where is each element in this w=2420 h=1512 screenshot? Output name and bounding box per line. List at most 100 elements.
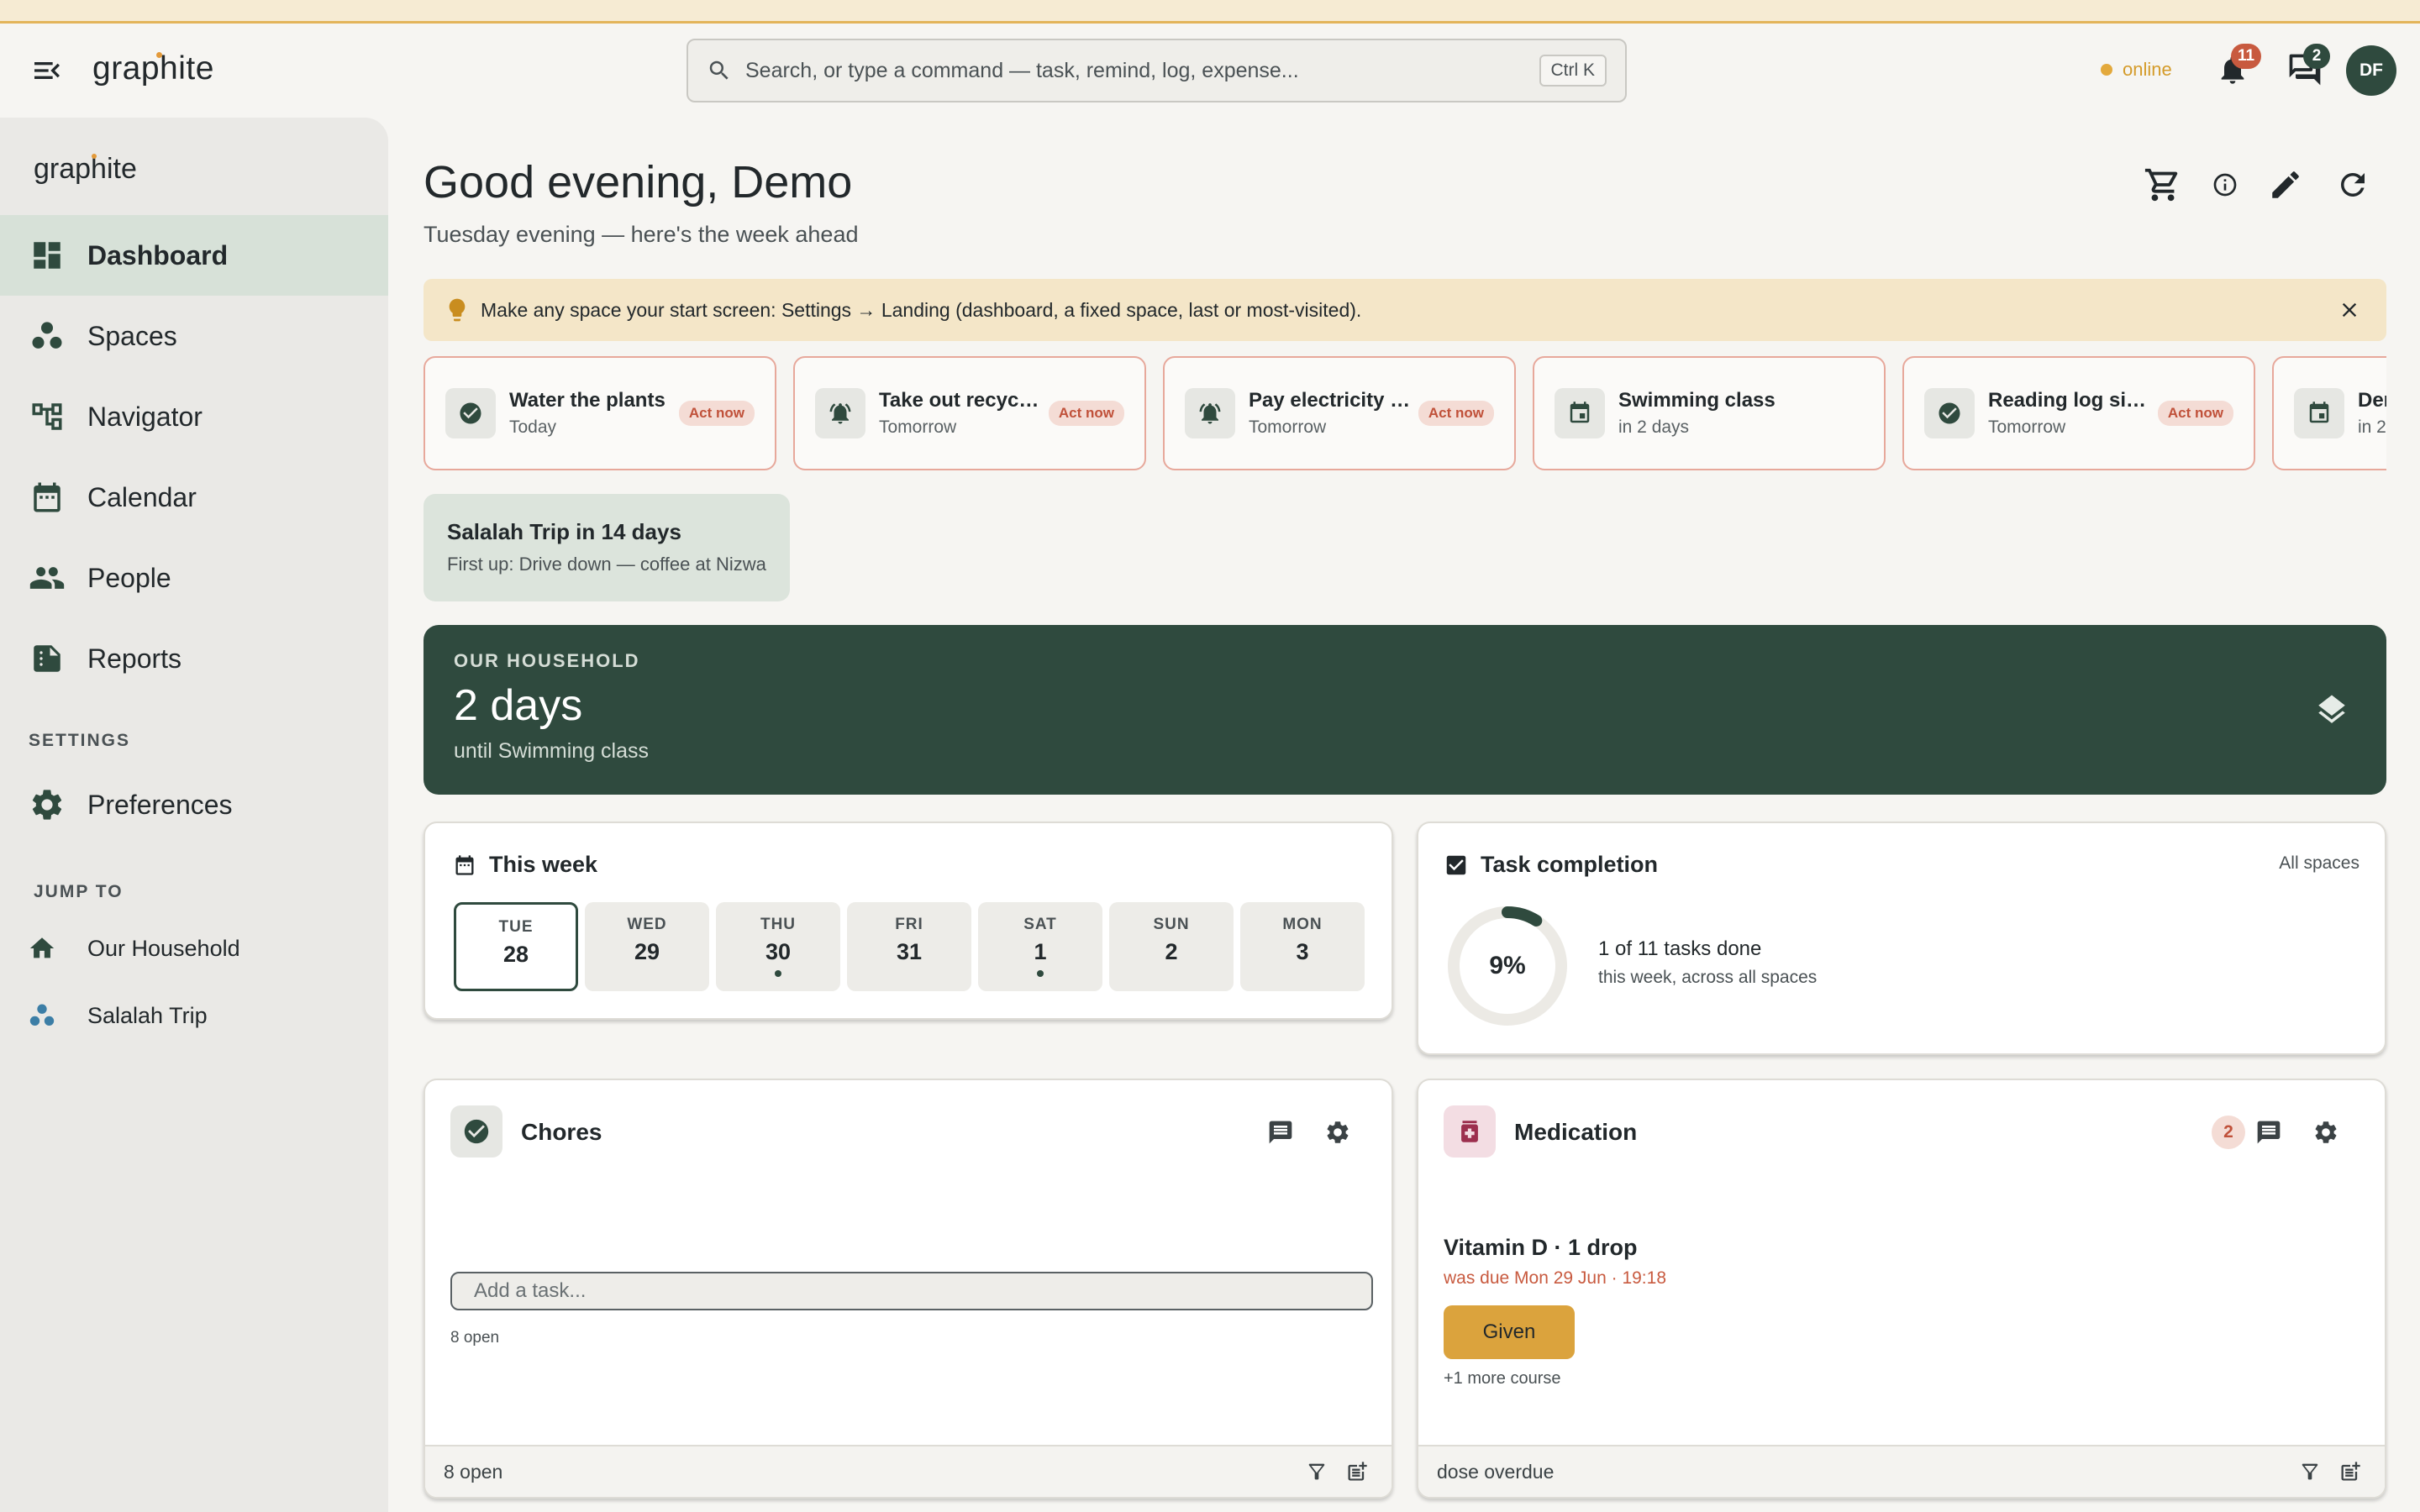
menu-collapse-button[interactable] [25, 49, 69, 92]
chores-footer: 8 open [425, 1445, 1392, 1497]
switch-space-button[interactable] [2311, 689, 2353, 731]
chores-settings-button[interactable] [1319, 1114, 1356, 1151]
medication-icon [1461, 1121, 1478, 1142]
close-icon [2342, 302, 2357, 318]
comment-icon [1269, 1121, 1292, 1144]
check-circle-icon [464, 1119, 489, 1144]
shopping-cart-button[interactable] [2138, 160, 2188, 210]
medication-widget-icon [1444, 1105, 1496, 1158]
day-number: 30 [765, 939, 792, 964]
medication-settings-button[interactable] [2307, 1114, 2344, 1151]
app-logo[interactable]: graphite [92, 50, 214, 87]
sidebar-item-label: People [87, 562, 171, 593]
hero-caption: until Swimming class [454, 739, 650, 763]
filter-icon [2302, 1463, 2318, 1480]
reminder-card[interactable]: Pay electricity bill Tomorrow Act now [1163, 356, 1516, 470]
task-completion-header: Task completion [1444, 852, 1658, 878]
checkbox-icon [1446, 855, 1466, 874]
user-avatar[interactable]: DF [2346, 45, 2396, 96]
day-number: 1 [1034, 939, 1047, 964]
tip-close-button[interactable] [2333, 293, 2366, 327]
status-text: online [2123, 59, 2172, 80]
settings-section-label: SETTINGS [29, 731, 131, 750]
sidebar-logo[interactable]: graphite [34, 153, 137, 186]
alarm-icon [1199, 403, 1221, 424]
check-circle-icon [460, 402, 481, 424]
sidebar-item-people[interactable]: People [0, 538, 388, 618]
more-courses-link[interactable]: +1 more course [1444, 1369, 1561, 1389]
jump-item-our-household[interactable]: Our Household [0, 919, 388, 978]
jump-item-label: Salalah Trip [87, 1002, 208, 1028]
sidebar-item-preferences[interactable]: Preferences [0, 764, 388, 845]
reminder-when: Tomorrow [879, 417, 957, 437]
trip-countdown-card[interactable]: Salalah Trip in 14 days First up: Drive … [424, 494, 790, 601]
day-of-week: FRI [895, 916, 923, 933]
sidebar-item-label: Spaces [87, 320, 177, 351]
chores-add-note-button[interactable] [1341, 1456, 1373, 1488]
task-completion-card: Task completion All spaces 9% 1 of 11 ta… [1417, 822, 2386, 1055]
mark-given-button[interactable]: Given [1444, 1305, 1575, 1359]
hero-countdown-value: 2 days [454, 681, 583, 730]
refresh-button[interactable] [2328, 160, 2378, 210]
day-cell[interactable]: WED 29 [585, 902, 709, 991]
chores-comments-button[interactable] [1262, 1114, 1299, 1151]
reminder-card[interactable]: Take out recycling Tomorrow Act now [793, 356, 1146, 470]
tip-text: Make any space your start screen: Settin… [481, 298, 1362, 321]
trip-subtitle: First up: Drive down — coffee at Nizwa [447, 554, 766, 575]
medication-comments-button[interactable] [2250, 1114, 2287, 1151]
sidebar-item-spaces[interactable]: Spaces [0, 296, 388, 376]
reminder-title: Swimming class [1618, 389, 1776, 412]
reminder-title: Dentist [2358, 389, 2386, 412]
medication-add-note-button[interactable] [2334, 1456, 2366, 1488]
day-cell[interactable]: THU 30 [716, 902, 840, 991]
jump-item-salalah-trip[interactable]: Salalah Trip [0, 986, 388, 1045]
edit-dashboard-button[interactable] [2260, 160, 2311, 210]
reminder-when: in 2 days [1618, 417, 1690, 437]
scope-selector[interactable]: All spaces [2279, 853, 2360, 874]
jump-item-label: Our Household [87, 935, 240, 961]
medication-filter-button[interactable] [2294, 1456, 2326, 1488]
status-dot [2101, 64, 2112, 76]
sidebar-item-label: Dashboard [87, 239, 229, 270]
check-circle-icon [1939, 402, 1960, 424]
day-cell[interactable]: FRI 31 [847, 902, 971, 991]
day-number: 31 [896, 939, 923, 964]
reminder-card[interactable]: Water the plants Today Act now [424, 356, 776, 470]
event-icon [1570, 402, 1590, 423]
day-cell[interactable]: MON 3 [1240, 902, 1365, 991]
tip-banner: Make any space your start screen: Settin… [424, 279, 2386, 341]
sidebar-item-navigator[interactable]: Navigator [0, 376, 388, 457]
act-now-badge: Act now [1048, 401, 1124, 426]
reminder-card[interactable]: Dentist in 2 days [2272, 356, 2386, 470]
search-input[interactable] [745, 58, 1539, 83]
chores-filter-button[interactable] [1301, 1456, 1333, 1488]
completion-percent: 9% [1489, 952, 1526, 979]
task-completion-title: Task completion [1481, 852, 1659, 877]
chores-footer-text: 8 open [444, 1460, 503, 1483]
sidebar-item-dashboard[interactable]: Dashboard [0, 215, 388, 296]
page-title: Good evening, Demo [424, 157, 853, 207]
reminder-when: Tomorrow [1249, 417, 1327, 437]
reminder-title: Pay electricity bill [1249, 389, 1412, 412]
day-cell[interactable]: SAT 1 [978, 902, 1102, 991]
sidebar-item-reports[interactable]: Reports [0, 618, 388, 699]
reminder-card[interactable]: Reading log signature Tomorrow Act now [1902, 356, 2255, 470]
medication-name: Vitamin D · 1 drop [1444, 1235, 1638, 1260]
medication-count-badge: 2 [2212, 1116, 2245, 1149]
menu-open-icon [34, 62, 60, 79]
reminder-when: in 2 days [2358, 417, 2386, 437]
add-task-input[interactable] [450, 1272, 1373, 1310]
sidebar-item-calendar[interactable]: Calendar [0, 457, 388, 538]
top-banner-strip [0, 0, 2420, 24]
day-of-week: TUE [498, 918, 534, 936]
day-number: 28 [502, 942, 529, 967]
trip-title: Salalah Trip in 14 days [447, 519, 681, 544]
search-shortcut-hint: Ctrl K [1539, 55, 1607, 87]
reports-icon [34, 645, 60, 672]
command-search[interactable]: Ctrl K [687, 39, 1627, 102]
gear-icon [2315, 1121, 2337, 1143]
day-cell[interactable]: SUN 2 [1109, 902, 1234, 991]
info-button[interactable] [2200, 160, 2250, 210]
reminder-card[interactable]: Swimming class in 2 days [1533, 356, 1886, 470]
day-cell[interactable]: TUE 28 [454, 902, 578, 991]
